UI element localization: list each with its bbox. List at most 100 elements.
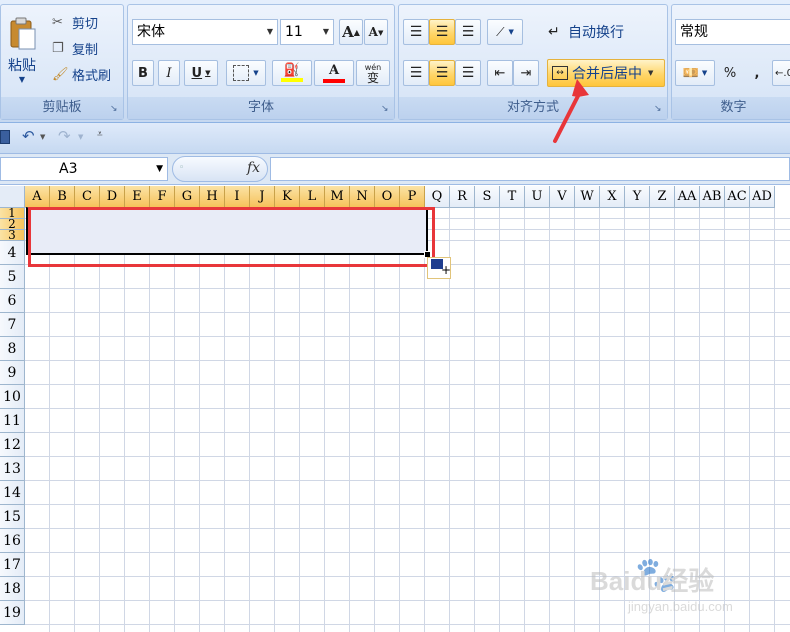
column-header-m[interactable]: M xyxy=(325,186,350,208)
column-header-f[interactable]: F xyxy=(150,186,175,208)
grow-font-button[interactable]: A ▲ xyxy=(339,19,363,45)
row-header-8[interactable]: 8 xyxy=(0,337,25,361)
row-header-18[interactable]: 18 xyxy=(0,577,25,601)
row-header-16[interactable]: 16 xyxy=(0,529,25,553)
paste-options-button[interactable]: + xyxy=(427,257,451,279)
column-header-aa[interactable]: AA xyxy=(675,186,700,208)
column-header-h[interactable]: H xyxy=(200,186,225,208)
fx-icon[interactable]: fx xyxy=(247,160,260,176)
row-header-5[interactable]: 5 xyxy=(0,265,25,289)
chevron-down-icon[interactable]: ▼ xyxy=(648,69,653,77)
bold-button[interactable]: B xyxy=(132,60,154,86)
column-header-o[interactable]: O xyxy=(375,186,400,208)
column-header-e[interactable]: E xyxy=(125,186,150,208)
column-header-n[interactable]: N xyxy=(350,186,375,208)
increase-indent-button[interactable]: ⇥ xyxy=(513,60,539,86)
redo-icon[interactable]: ↷ xyxy=(58,127,71,145)
paste-button[interactable]: 粘贴 ▼ xyxy=(3,7,41,93)
column-header-a[interactable]: A xyxy=(25,186,50,208)
column-header-w[interactable]: W xyxy=(575,186,600,208)
column-header-x[interactable]: X xyxy=(600,186,625,208)
underline-button[interactable]: U ▼ xyxy=(184,60,218,86)
font-color-button[interactable]: A xyxy=(314,60,354,86)
align-left-button[interactable]: ☰ xyxy=(403,60,429,86)
column-header-j[interactable]: J xyxy=(250,186,275,208)
column-header-g[interactable]: G xyxy=(175,186,200,208)
row-header-3[interactable]: 3 xyxy=(0,229,25,241)
grid-column-line xyxy=(424,208,425,632)
dialog-launcher-icon[interactable]: ↘ xyxy=(654,104,664,114)
align-right-button[interactable]: ☰ xyxy=(455,60,481,86)
shrink-font-button[interactable]: A ▼ xyxy=(364,19,388,45)
column-header-t[interactable]: T xyxy=(500,186,525,208)
wrap-text-button[interactable]: ↵ 自动换行 xyxy=(547,19,665,45)
select-all-corner[interactable] xyxy=(0,186,25,208)
row-header-12[interactable]: 12 xyxy=(0,433,25,457)
currency-button[interactable]: 💴 ▼ xyxy=(675,60,715,86)
italic-button[interactable]: I xyxy=(158,60,180,86)
copy-button[interactable]: ❐ 复制 xyxy=(51,37,121,59)
name-box[interactable]: A3 ▼ xyxy=(0,157,168,181)
borders-button[interactable]: ▼ xyxy=(226,60,266,86)
chevron-down-icon[interactable]: ▼ xyxy=(78,133,83,141)
border-icon xyxy=(233,65,250,81)
number-format-select[interactable]: 常规 xyxy=(675,19,790,45)
align-center-button[interactable]: ☰ xyxy=(429,60,455,86)
font-name-select[interactable]: 宋体 ▼ xyxy=(132,19,278,45)
column-header-i[interactable]: I xyxy=(225,186,250,208)
row-header-13[interactable]: 13 xyxy=(0,457,25,481)
column-header-d[interactable]: D xyxy=(100,186,125,208)
increase-decimal-button[interactable]: ←.0 xyxy=(772,60,790,86)
column-header-ab[interactable]: AB xyxy=(700,186,725,208)
column-header-c[interactable]: C xyxy=(75,186,100,208)
chevron-down-icon[interactable]: ▼ xyxy=(156,158,163,180)
formula-input[interactable] xyxy=(270,157,790,181)
column-header-u[interactable]: U xyxy=(525,186,550,208)
comma-button[interactable]: , xyxy=(745,60,769,86)
align-middle-button[interactable]: ☰ xyxy=(429,19,455,45)
formula-splitter[interactable]: ◦ fx xyxy=(172,156,268,182)
align-top-button[interactable]: ☰ xyxy=(403,19,429,45)
column-header-s[interactable]: S xyxy=(475,186,500,208)
row-header-7[interactable]: 7 xyxy=(0,313,25,337)
row-header-10[interactable]: 10 xyxy=(0,385,25,409)
font-size-select[interactable]: 11 ▼ xyxy=(280,19,334,45)
row-header-15[interactable]: 15 xyxy=(0,505,25,529)
column-header-z[interactable]: Z xyxy=(650,186,675,208)
column-header-b[interactable]: B xyxy=(50,186,75,208)
row-header-4[interactable]: 4 xyxy=(0,241,25,265)
fill-color-button[interactable]: ⛽ xyxy=(272,60,312,86)
column-header-ac[interactable]: AC xyxy=(725,186,750,208)
column-header-y[interactable]: Y xyxy=(625,186,650,208)
column-header-l[interactable]: L xyxy=(300,186,325,208)
phonetic-button[interactable]: wén 变 xyxy=(356,60,390,86)
percent-button[interactable]: % xyxy=(717,60,743,86)
fill-color-swatch xyxy=(281,78,303,82)
column-header-k[interactable]: K xyxy=(275,186,300,208)
column-header-ad[interactable]: AD xyxy=(750,186,775,208)
format-painter-button[interactable]: 🖌 格式刷 xyxy=(51,63,123,85)
column-header-v[interactable]: V xyxy=(550,186,575,208)
row-header-14[interactable]: 14 xyxy=(0,481,25,505)
row-header-11[interactable]: 11 xyxy=(0,409,25,433)
dialog-launcher-icon[interactable]: ↘ xyxy=(381,104,391,114)
cut-button[interactable]: ✂ 剪切 xyxy=(51,11,121,33)
undo-icon[interactable]: ↶ xyxy=(22,127,35,145)
orientation-button[interactable]: ⟋ ▼ xyxy=(487,19,523,45)
chevron-down-icon[interactable]: ▼ xyxy=(40,133,45,141)
save-icon[interactable] xyxy=(0,130,10,144)
column-header-p[interactable]: P xyxy=(400,186,425,208)
column-header-q[interactable]: Q xyxy=(425,186,450,208)
align-bottom-button[interactable]: ☰ xyxy=(455,19,481,45)
grid-column-line xyxy=(49,208,50,632)
merge-center-button[interactable]: ↔ 合并后居中 ▼ xyxy=(547,59,665,87)
italic-label: I xyxy=(166,65,172,81)
row-header-19[interactable]: 19 xyxy=(0,601,25,625)
column-header-r[interactable]: R xyxy=(450,186,475,208)
decrease-indent-button[interactable]: ⇤ xyxy=(487,60,513,86)
customize-toolbar-icon[interactable]: ⩡ xyxy=(97,129,103,140)
dialog-launcher-icon[interactable]: ↘ xyxy=(110,104,120,114)
row-header-6[interactable]: 6 xyxy=(0,289,25,313)
row-header-17[interactable]: 17 xyxy=(0,553,25,577)
row-header-9[interactable]: 9 xyxy=(0,361,25,385)
